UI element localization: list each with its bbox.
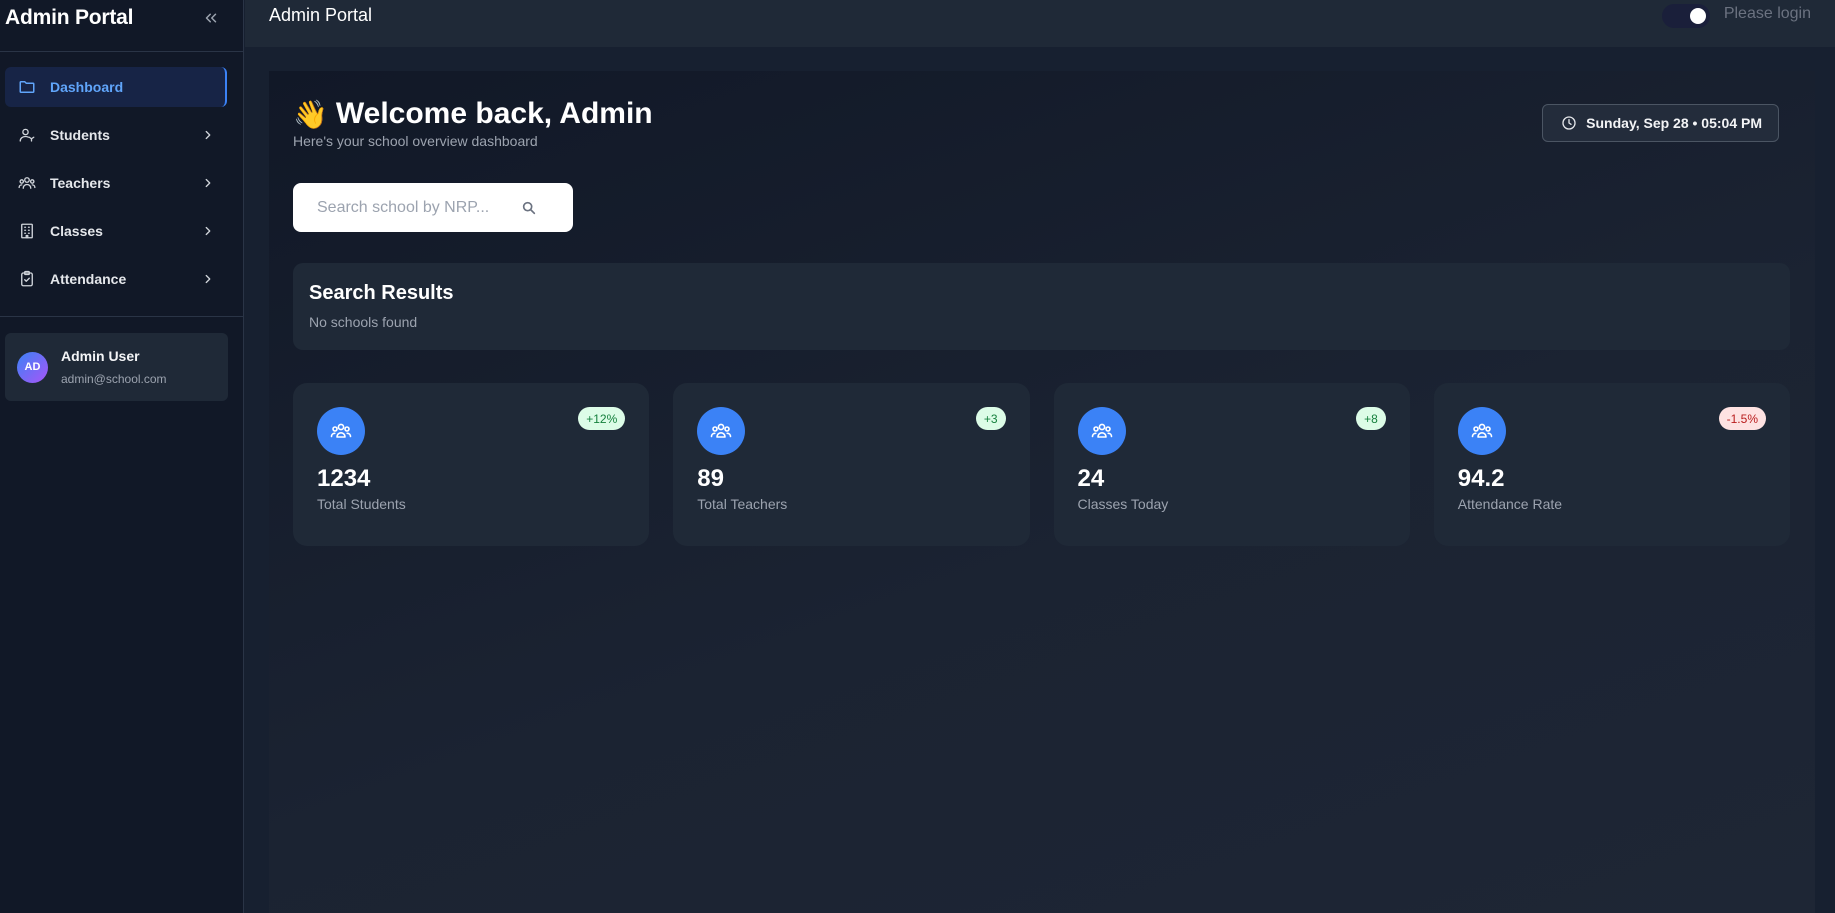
sidebar-item-label: Classes (50, 223, 103, 239)
topbar-title: Admin Portal (269, 5, 373, 25)
building-icon (18, 222, 36, 240)
page-title: 👋 Welcome back, Admin (293, 97, 653, 131)
chevrons-left-icon (205, 13, 217, 23)
sidebar-title: Admin Portal (5, 6, 134, 29)
main-content: 👋 Welcome back, Admin Here's your school… (269, 71, 1815, 913)
school-search-input[interactable] (317, 198, 517, 217)
trend-badge: +12% (578, 407, 626, 430)
stat-label: Attendance Rate (1457, 496, 1563, 512)
stat-label: Total Students (317, 496, 406, 512)
stat-value: 94.2 (1457, 465, 1505, 492)
top-bar: Admin Portal Please login (245, 0, 1835, 47)
sidebar-item-dashboard[interactable]: Dashboard (5, 67, 227, 107)
theme-toggle[interactable] (1661, 4, 1710, 28)
stat-card-attendance[interactable]: -1.5% 94.2 Attendance Rate (1433, 383, 1790, 546)
sidebar: Admin Portal Dashboard Students Teachers (0, 0, 244, 913)
datetime-text: Sunday, Sep 28 • 05:04 PM (1586, 115, 1762, 131)
chevron-right-icon (201, 176, 215, 190)
sidebar-item-label: Teachers (50, 175, 111, 191)
trend-badge: -1.5% (1718, 407, 1766, 430)
user-info: Admin User admin@school.com (61, 348, 167, 386)
search-results-panel: Search Results No schools found (293, 263, 1790, 350)
school-search-box (293, 183, 573, 232)
trend-badge: +3 (975, 407, 1006, 430)
stat-card-classes[interactable]: +8 24 Classes Today (1053, 383, 1410, 546)
chevron-right-icon (201, 224, 215, 238)
collapse-sidebar-button[interactable] (201, 8, 221, 28)
sidebar-item-teachers[interactable]: Teachers (5, 163, 227, 203)
sidebar-item-classes[interactable]: Classes (5, 211, 227, 251)
users-group-icon (1457, 407, 1506, 455)
students-icon (18, 126, 36, 144)
wave-emoji-icon: 👋 (293, 98, 328, 130)
user-name: Admin User (61, 348, 140, 364)
search-icon[interactable] (521, 200, 537, 216)
page-subtitle: Here's your school overview dashboard (293, 133, 538, 149)
stat-label: Total Teachers (697, 496, 788, 512)
welcome-title-text: Welcome back, Admin (335, 97, 653, 130)
chevron-right-icon (201, 128, 215, 142)
sidebar-item-attendance[interactable]: Attendance (5, 259, 227, 299)
user-email: admin@school.com (61, 372, 167, 386)
avatar: AD (17, 351, 48, 383)
trend-badge: +8 (1356, 407, 1386, 430)
users-group-icon (1077, 407, 1126, 455)
sidebar-divider (0, 316, 243, 317)
stat-label: Classes Today (1077, 496, 1169, 512)
sidebar-item-label: Dashboard (50, 79, 124, 95)
sidebar-item-students[interactable]: Students (5, 115, 227, 155)
teachers-icon (18, 174, 36, 192)
stat-card-students[interactable]: +12% 1234 Total Students (293, 383, 650, 546)
chevron-right-icon (201, 272, 215, 286)
clipboard-check-icon (18, 270, 36, 288)
toggle-knob (1689, 8, 1706, 24)
welcome-section: 👋 Welcome back, Admin Here's your school… (293, 97, 653, 149)
stat-card-teachers[interactable]: +3 89 Total Teachers (673, 383, 1030, 546)
sidebar-header: Admin Portal (0, 0, 243, 52)
user-profile-card[interactable]: AD Admin User admin@school.com (5, 333, 228, 401)
sidebar-item-label: Students (50, 127, 110, 143)
sidebar-nav: Dashboard Students Teachers Classes Atte… (0, 52, 243, 299)
sidebar-item-label: Attendance (50, 271, 127, 287)
search-results-title: Search Results (309, 282, 454, 304)
stat-value: 1234 (317, 465, 371, 492)
datetime-badge: Sunday, Sep 28 • 05:04 PM (1542, 104, 1779, 142)
users-group-icon (697, 407, 746, 455)
clock-icon (1561, 115, 1577, 131)
login-status-text: Please login (1723, 5, 1811, 22)
search-results-empty-text: No schools found (309, 314, 418, 330)
folder-icon (18, 78, 36, 96)
users-group-icon (317, 407, 365, 455)
stat-value: 89 (697, 465, 724, 492)
stats-grid: +12% 1234 Total Students +3 89 Total Tea… (293, 383, 1790, 546)
stat-value: 24 (1077, 465, 1105, 492)
